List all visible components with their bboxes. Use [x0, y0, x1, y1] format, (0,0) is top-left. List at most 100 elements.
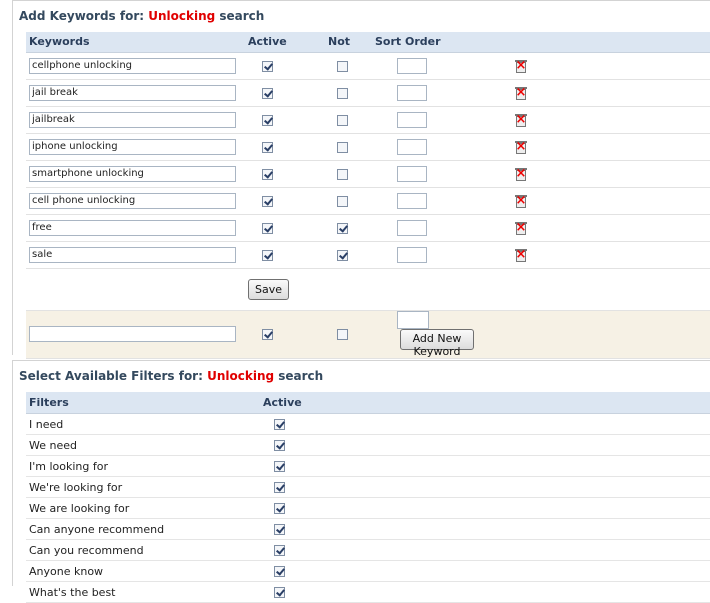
keyword-input[interactable]	[29, 219, 236, 236]
filter-label: Can anyone recommend	[26, 518, 262, 540]
filter-active-checkbox[interactable]	[274, 419, 285, 430]
new-keyword-input[interactable]	[29, 326, 236, 342]
filter-label: I'm looking for	[26, 455, 262, 477]
keyword-input[interactable]	[29, 192, 236, 209]
filter-row: What's the best	[26, 581, 710, 603]
column-header-active: Active	[248, 35, 287, 49]
keyword-not-checkbox[interactable]	[337, 222, 348, 234]
new-keyword-sort-order-input[interactable]	[397, 310, 429, 329]
keyword-not-checkbox[interactable]	[337, 87, 348, 99]
filter-label: What's the best	[26, 581, 262, 603]
add-new-keyword-button[interactable]: Add New Keyword	[400, 328, 474, 358]
delete-keyword-icon[interactable]: ×	[515, 58, 527, 73]
filter-row: I need	[26, 413, 710, 435]
save-row: Save	[26, 268, 710, 310]
filters-panel: Select Available Filters for: Unlocking …	[12, 360, 710, 603]
keyword-not-checkbox[interactable]	[337, 195, 348, 207]
keyword-not-checkbox[interactable]	[337, 141, 348, 153]
keyword-row: ×	[26, 241, 710, 268]
filter-label: We need	[26, 434, 262, 456]
filter-active-checkbox[interactable]	[274, 461, 285, 472]
save-button[interactable]: Save	[248, 278, 290, 300]
filter-active-checkbox[interactable]	[274, 566, 285, 577]
keyword-active-checkbox[interactable]	[262, 114, 273, 126]
keywords-rows: × × × × × × × ×	[26, 52, 710, 268]
keyword-sort-order-input[interactable]	[397, 219, 427, 236]
filter-row: We are looking for	[26, 497, 710, 519]
delete-keyword-icon[interactable]: ×	[515, 112, 527, 127]
search-name-highlight: Unlocking	[207, 369, 275, 383]
keyword-input[interactable]	[29, 57, 236, 74]
keyword-row: ×	[26, 187, 710, 214]
keywords-panel: Add Keywords for: Unlocking search Keywo…	[12, 0, 710, 358]
delete-keyword-icon[interactable]: ×	[515, 166, 527, 181]
keyword-sort-order-input[interactable]	[397, 84, 427, 101]
filter-row: Can anyone recommend	[26, 518, 710, 540]
search-name-highlight: Unlocking	[148, 9, 216, 23]
delete-keyword-icon[interactable]: ×	[515, 193, 527, 208]
keyword-active-checkbox[interactable]	[262, 195, 273, 207]
filter-row: We need	[26, 434, 710, 456]
keyword-sort-order-input[interactable]	[397, 246, 427, 263]
keyword-not-checkbox[interactable]	[337, 249, 348, 261]
delete-keyword-icon[interactable]: ×	[515, 85, 527, 100]
keyword-active-checkbox[interactable]	[262, 222, 273, 234]
filters-panel-title: Select Available Filters for: Unlocking …	[19, 369, 324, 383]
keyword-input[interactable]	[29, 84, 236, 101]
keyword-row: ×	[26, 214, 710, 241]
keyword-active-checkbox[interactable]	[262, 168, 273, 180]
keyword-active-checkbox[interactable]	[262, 87, 273, 99]
keyword-not-checkbox[interactable]	[337, 168, 348, 180]
filter-row: I'm looking for	[26, 455, 710, 477]
keyword-not-checkbox[interactable]	[337, 60, 348, 72]
keyword-row: ×	[26, 160, 710, 187]
keyword-active-checkbox[interactable]	[262, 249, 273, 261]
keyword-active-checkbox[interactable]	[262, 141, 273, 153]
delete-keyword-icon[interactable]: ×	[515, 139, 527, 154]
filters-table: Filters Active I need We need I'm looking …	[26, 392, 710, 603]
keyword-sort-order-input[interactable]	[397, 57, 427, 74]
column-header-not: Not	[328, 35, 351, 49]
column-header-keywords: Keywords	[29, 35, 90, 49]
delete-keyword-icon[interactable]: ×	[515, 247, 527, 262]
keyword-row: ×	[26, 133, 710, 160]
filter-row: Can you recommend	[26, 539, 710, 561]
filter-label: We are looking for	[26, 497, 262, 519]
keyword-sort-order-input[interactable]	[397, 111, 427, 128]
column-header-sort-order: Sort Order	[375, 35, 441, 49]
column-header-active: Active	[263, 396, 302, 409]
delete-keyword-icon[interactable]: ×	[515, 220, 527, 235]
keyword-not-checkbox[interactable]	[337, 114, 348, 126]
filter-row: We're looking for	[26, 476, 710, 498]
keyword-sort-order-input[interactable]	[397, 165, 427, 182]
filter-active-checkbox[interactable]	[274, 587, 285, 598]
keyword-active-checkbox[interactable]	[262, 60, 273, 72]
keywords-panel-title: Add Keywords for: Unlocking search	[19, 9, 265, 23]
filters-rows: I need We need I'm looking for We're lookin…	[26, 413, 710, 603]
keywords-table: Keywords Active Not Sort Order × × × × × × ×× …	[26, 32, 710, 359]
filters-table-header: Filters Active	[26, 392, 710, 414]
keyword-sort-order-input[interactable]	[397, 138, 427, 155]
keyword-row: ×	[26, 79, 710, 106]
filter-active-checkbox[interactable]	[274, 503, 285, 514]
keyword-sort-order-input[interactable]	[397, 192, 427, 209]
keywords-table-wrap: Keywords Active Not Sort Order × × × × × × ×× …	[26, 32, 710, 359]
filter-label: We're looking for	[26, 476, 262, 498]
filter-label: I need	[26, 413, 262, 435]
new-keyword-active-checkbox[interactable]	[262, 329, 273, 340]
filter-label: Can you recommend	[26, 539, 262, 561]
keyword-row: ×	[26, 106, 710, 133]
column-header-filters: Filters	[29, 396, 69, 409]
filters-table-wrap: Filters Active I need We need I'm looking …	[26, 392, 710, 603]
filter-active-checkbox[interactable]	[274, 482, 285, 493]
keyword-input[interactable]	[29, 111, 236, 128]
keyword-input[interactable]	[29, 165, 236, 182]
keyword-row: ×	[26, 52, 710, 79]
new-keyword-not-checkbox[interactable]	[337, 329, 348, 340]
keyword-input[interactable]	[29, 138, 236, 155]
filter-active-checkbox[interactable]	[274, 524, 285, 535]
filter-active-checkbox[interactable]	[274, 545, 285, 556]
filter-row: Anyone know	[26, 560, 710, 582]
filter-active-checkbox[interactable]	[274, 440, 285, 451]
keyword-input[interactable]	[29, 246, 236, 263]
